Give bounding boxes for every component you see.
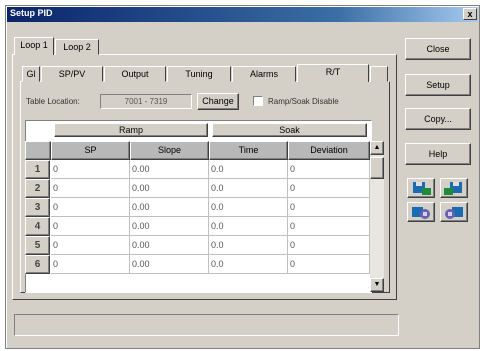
row-header[interactable]: 6 [25, 255, 50, 274]
close-window-button[interactable]: x [463, 8, 477, 20]
table-cell[interactable]: 0.00 [130, 160, 209, 179]
table-cell[interactable]: 0.00 [130, 217, 209, 236]
table-cell[interactable]: 0 [51, 236, 130, 255]
column-header-slope[interactable]: Slope [130, 141, 209, 160]
scroll-down-icon[interactable]: ▼ [370, 278, 384, 292]
table-cell[interactable]: 0 [288, 217, 370, 236]
scroll-up-icon[interactable]: ▲ [370, 141, 384, 155]
row-header[interactable]: 4 [25, 217, 50, 236]
table-cell[interactable]: 0.00 [130, 236, 209, 255]
tab-gl[interactable]: Gl [22, 66, 40, 82]
ramp-soak-disable-checkbox[interactable] [253, 96, 263, 106]
import-right-icon[interactable] [440, 202, 468, 222]
help-button[interactable]: Help [405, 143, 471, 165]
table-location-field: 7001 - 7319 [100, 94, 192, 109]
tab-loop-2[interactable]: Loop 2 [55, 39, 99, 55]
window-title: Setup PID [10, 8, 53, 18]
tab-loop-1[interactable]: Loop 1 [14, 37, 54, 55]
tab-rt[interactable]: R/T [297, 64, 369, 82]
change-button[interactable]: Change [197, 93, 239, 110]
title-bar: Setup PID x [7, 7, 478, 22]
table-cell[interactable]: 0 [51, 179, 130, 198]
tab-alarms[interactable]: Alarms [232, 66, 296, 82]
tab-tuning[interactable]: Tuning [167, 66, 231, 82]
copy-button[interactable]: Copy... [405, 108, 471, 130]
table-cell[interactable]: 0 [288, 179, 370, 198]
close-button[interactable]: Close [405, 38, 471, 60]
table-location-label: Table Location: [26, 97, 80, 106]
tab-scroll-arrows[interactable] [370, 66, 388, 82]
table-cell[interactable]: 0 [288, 236, 370, 255]
group-header-ramp: Ramp [54, 123, 208, 137]
tab-output[interactable]: Output [104, 66, 166, 82]
table-cell[interactable]: 0 [288, 160, 370, 179]
export-right-icon[interactable] [440, 178, 468, 198]
row-header[interactable]: 3 [25, 198, 50, 217]
table-cell[interactable]: 0.0 [209, 160, 288, 179]
status-bar [14, 314, 399, 336]
import-left-icon[interactable] [407, 202, 435, 222]
row-header[interactable]: 1 [25, 160, 50, 179]
table-cell[interactable]: 0.0 [209, 198, 288, 217]
export-left-icon[interactable] [407, 178, 435, 198]
table-cell[interactable]: 0.0 [209, 217, 288, 236]
grid-vertical-scrollbar[interactable]: ▲ ▼ [370, 141, 384, 292]
column-header-deviation[interactable]: Deviation [288, 141, 370, 160]
row-header[interactable]: 5 [25, 236, 50, 255]
table-cell[interactable]: 0 [288, 255, 370, 274]
corner-header [25, 141, 51, 160]
table-cell[interactable]: 0 [288, 198, 370, 217]
table-cell[interactable]: 0 [51, 217, 130, 236]
ramp-soak-disable-label: Ramp/Soak Disable [268, 97, 339, 106]
table-cell[interactable]: 0.0 [209, 179, 288, 198]
row-header[interactable]: 2 [25, 179, 50, 198]
scroll-thumb[interactable] [370, 157, 384, 179]
group-header-soak: Soak [212, 123, 367, 137]
column-header-time[interactable]: Time [209, 141, 288, 160]
table-cell[interactable]: 0.0 [209, 255, 288, 274]
table-cell[interactable]: 0 [51, 198, 130, 217]
table-cell[interactable]: 0.00 [130, 255, 209, 274]
table-cell[interactable]: 0 [51, 160, 130, 179]
tab-sp-pv[interactable]: SP/PV [41, 66, 103, 82]
table-cell[interactable]: 0.00 [130, 198, 209, 217]
table-cell[interactable]: 0.0 [209, 236, 288, 255]
table-cell[interactable]: 0.00 [130, 179, 209, 198]
column-header-sp[interactable]: SP [51, 141, 130, 160]
setup-button[interactable]: Setup [405, 74, 471, 96]
table-cell[interactable]: 0 [51, 255, 130, 274]
